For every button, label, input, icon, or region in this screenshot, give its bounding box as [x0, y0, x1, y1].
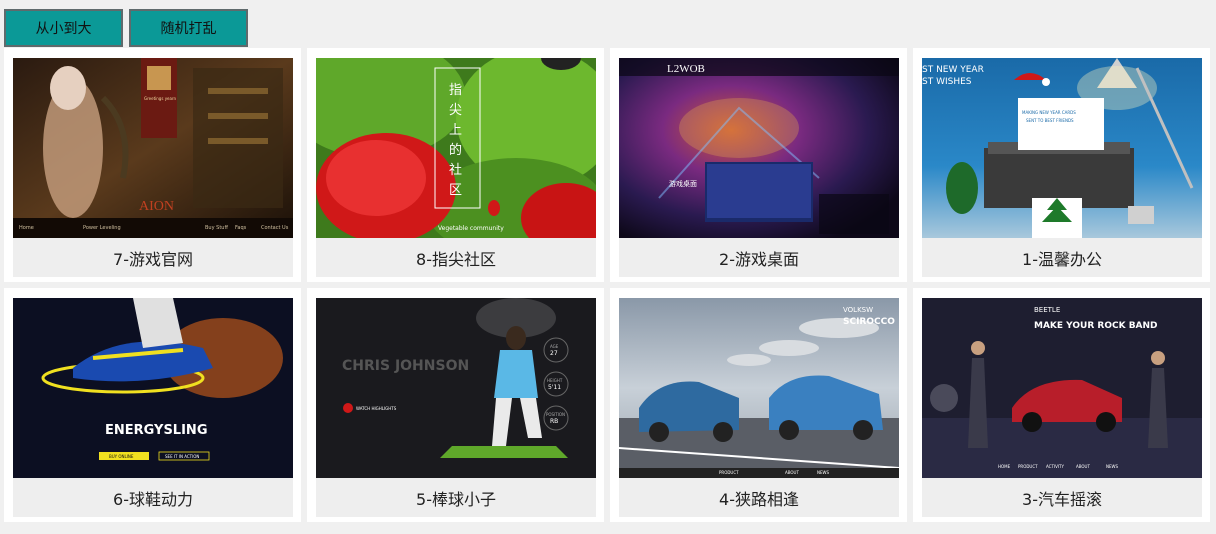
gallery-card[interactable]: 指 尖 上 的 社 区 Vegetable community 8-指尖社区	[307, 48, 604, 282]
thumb-nav-power: Power Leveling	[83, 225, 121, 231]
thumb-logo: AION	[139, 199, 174, 214]
card-caption: 6-球鞋动力	[13, 478, 293, 517]
thumb-subtitle: Vegetable community	[438, 225, 504, 232]
gallery-grid: AION Home Power Leveling Buy Stuff Faqs …	[0, 48, 1216, 534]
shuffle-button[interactable]: 随机打乱	[129, 9, 248, 47]
gallery-card[interactable]: ST NEW YEAR ST WISHES MAKING NEW YEAR CA…	[913, 48, 1210, 282]
thumb-nav-about: ABOUT	[785, 470, 799, 475]
thumb-nav-product: PRODUCT	[719, 470, 739, 475]
thumb-title-char: 上	[449, 123, 462, 138]
thumb-watch-link: WATCH HIGHLIGHTS	[356, 406, 397, 411]
card-caption: 2-游戏桌面	[619, 238, 899, 277]
gallery-card[interactable]: ENERGYSLING BUY ONLINE SEE IT IN ACTION …	[4, 288, 301, 522]
thumb-nav-about: ABOUT	[1076, 464, 1090, 469]
thumb-headline: ENERGYSLING	[105, 423, 207, 438]
sort-ascending-button[interactable]: 从小到大	[4, 9, 123, 47]
thumb-stat-label: POSITION	[546, 412, 565, 417]
thumb-nav-contact: Contact Us	[261, 225, 289, 231]
thumb-buy-button: BUY ONLINE	[109, 454, 134, 459]
thumb-title-char: 的	[449, 142, 462, 158]
thumb-stat-value: RB	[550, 418, 558, 425]
thumb-nav-faqs: Faqs	[235, 225, 247, 231]
thumb-model: SCIROCCO	[843, 317, 895, 327]
thumb-greeting: Greetings yearn	[144, 96, 177, 101]
thumbnail-baseball-kid: AGE 27 HEIGHT 5'11 POSITION RB CHRIS JOH…	[316, 298, 596, 478]
thumb-card-text: MAKING NEW YEAR CARDS	[1022, 110, 1076, 115]
thumbnail-game-website: AION Home Power Leveling Buy Stuff Faqs …	[13, 58, 293, 238]
card-caption: 8-指尖社区	[316, 238, 596, 277]
thumb-heading: 游戏桌面	[669, 179, 697, 188]
thumbnail-sneaker-power: ENERGYSLING BUY ONLINE SEE IT IN ACTION	[13, 298, 293, 478]
gallery-card[interactable]: VOLKSW SCIROCCO PRODUCT ABOUT NEWS 4-狭路相…	[610, 288, 907, 522]
gallery-card[interactable]: L2WOB 游戏桌面 2-游戏桌面	[610, 48, 907, 282]
thumb-stat-value: 5'11	[548, 384, 561, 391]
thumb-stat-label: HEIGHT	[547, 378, 563, 383]
thumbnail-game-desktop: L2WOB 游戏桌面	[619, 58, 899, 238]
thumb-headline: CHRIS JOHNSON	[342, 358, 469, 374]
thumb-brand: VOLKSW	[843, 306, 873, 314]
thumb-title-char: 区	[449, 183, 462, 198]
gallery-card[interactable]: BEETLE MAKE YOUR ROCK BAND HOME PRODUCT …	[913, 288, 1210, 522]
thumb-title-char: 指	[449, 83, 462, 98]
card-caption: 4-狭路相逢	[619, 478, 899, 517]
thumb-title-char: 社	[449, 162, 462, 178]
thumb-logo: L2WOB	[667, 63, 705, 75]
thumb-nav-news: NEWS	[817, 470, 829, 475]
thumb-nav-activity: ACTIVITY	[1046, 464, 1064, 469]
thumb-card-text: SENT TO BEST FRIENDS	[1026, 118, 1074, 123]
gallery-card[interactable]: AION Home Power Leveling Buy Stuff Faqs …	[4, 48, 301, 282]
thumb-stat-value: 27	[550, 350, 558, 357]
card-caption: 7-游戏官网	[13, 238, 293, 277]
thumb-nav-home: Home	[19, 225, 34, 231]
thumb-stat-label: AGE	[550, 344, 559, 349]
thumb-nav-product: PRODUCT	[1018, 464, 1038, 469]
thumb-title-char: 尖	[449, 103, 462, 118]
thumbnail-car-rock: BEETLE MAKE YOUR ROCK BAND HOME PRODUCT …	[922, 298, 1202, 478]
thumb-nav-home: HOME	[998, 464, 1011, 469]
thumb-headline: ST WISHES	[922, 77, 972, 87]
thumbnail-fingertip-community: 指 尖 上 的 社 区 Vegetable community	[316, 58, 596, 238]
gallery-card[interactable]: AGE 27 HEIGHT 5'11 POSITION RB CHRIS JOH…	[307, 288, 604, 522]
thumb-brand: BEETLE	[1034, 306, 1060, 314]
card-caption: 3-汽车摇滚	[922, 478, 1202, 517]
card-caption: 1-温馨办公	[922, 238, 1202, 277]
thumb-nav-buy: Buy Stuff	[205, 225, 228, 231]
thumb-action-button: SEE IT IN ACTION	[165, 454, 199, 459]
card-caption: 5-棒球小子	[316, 478, 596, 517]
thumb-nav-news: NEWS	[1106, 464, 1118, 469]
thumb-headline: MAKE YOUR ROCK BAND	[1034, 321, 1158, 331]
thumb-headline: ST NEW YEAR	[922, 65, 984, 75]
thumbnail-narrow-road: VOLKSW SCIROCCO PRODUCT ABOUT NEWS	[619, 298, 899, 478]
thumbnail-warm-office: ST NEW YEAR ST WISHES MAKING NEW YEAR CA…	[922, 58, 1202, 238]
